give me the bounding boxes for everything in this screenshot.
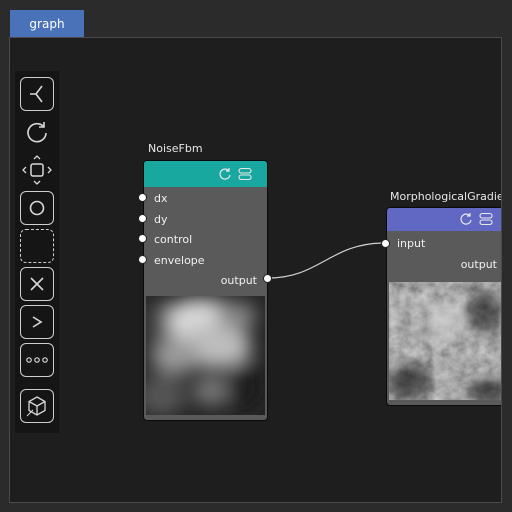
port-label-control: control <box>154 233 193 246</box>
node-title-morphologicalgradient: MorphologicalGradient <box>390 190 501 203</box>
settings-toggle-icon[interactable] <box>238 167 252 181</box>
refresh-icon[interactable] <box>218 167 232 181</box>
output-port[interactable] <box>263 274 272 283</box>
refresh-icon[interactable] <box>459 212 473 226</box>
node-header <box>144 161 267 187</box>
input-port-control[interactable] <box>138 234 147 243</box>
tab-label: graph <box>29 16 65 31</box>
port-label-output: output <box>220 274 257 287</box>
noise-preview-image <box>146 296 265 415</box>
port-label-input: input <box>397 237 426 250</box>
node-morphologicalgradient[interactable]: input output <box>386 207 501 406</box>
port-label-envelope: envelope <box>154 254 205 267</box>
node-title-noisefbm: NoiseFbm <box>148 142 203 155</box>
tab-graph[interactable]: graph <box>10 10 84 37</box>
input-port-envelope[interactable] <box>138 255 147 264</box>
input-port-dy[interactable] <box>138 214 147 223</box>
port-label-dy: dy <box>154 213 168 226</box>
port-label-output: output <box>460 258 497 271</box>
settings-toggle-icon[interactable] <box>479 212 493 226</box>
graph-canvas[interactable]: NoiseFbm dx dy control envelope output M… <box>9 37 502 503</box>
input-port-input[interactable] <box>381 239 390 248</box>
gradient-preview-image <box>389 282 501 400</box>
input-port-dx[interactable] <box>138 193 147 202</box>
node-noisefbm[interactable]: dx dy control envelope output <box>143 160 268 421</box>
port-label-dx: dx <box>154 192 168 205</box>
node-header <box>387 208 501 231</box>
